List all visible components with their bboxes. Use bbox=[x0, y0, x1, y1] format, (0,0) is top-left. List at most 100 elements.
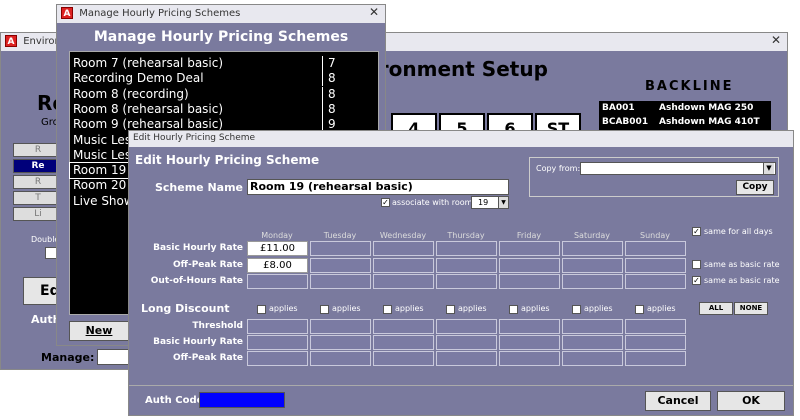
same-all-days-checkbox[interactable]: ✓ bbox=[692, 227, 701, 236]
scheme-name: Room 8 (rehearsal basic) bbox=[73, 101, 224, 116]
rate-input[interactable] bbox=[436, 258, 497, 273]
applies-checkbox[interactable] bbox=[446, 305, 455, 314]
manage-titlebar[interactable]: A Manage Hourly Pricing Schemes ✕ bbox=[57, 5, 385, 23]
rate-input[interactable] bbox=[310, 258, 371, 273]
discount-input[interactable] bbox=[562, 319, 623, 334]
cancel-button[interactable]: Cancel bbox=[645, 391, 711, 411]
day-header: Friday bbox=[516, 231, 542, 240]
close-icon[interactable]: ✕ bbox=[771, 33, 781, 47]
outofhours-same-checkbox[interactable]: ✓ bbox=[692, 276, 701, 285]
discount-input[interactable] bbox=[373, 335, 434, 350]
column-divider bbox=[322, 86, 323, 102]
discount-input[interactable] bbox=[625, 319, 686, 334]
check-mark-icon: ✓ bbox=[693, 276, 700, 285]
scheme-name: Room 7 (rehearsal basic) bbox=[73, 56, 224, 70]
discount-input[interactable] bbox=[562, 351, 623, 366]
applies-checkbox[interactable] bbox=[383, 305, 392, 314]
discount-input[interactable] bbox=[247, 335, 308, 350]
column-divider bbox=[322, 56, 323, 71]
rate-input[interactable] bbox=[373, 274, 434, 289]
discount-input[interactable] bbox=[499, 335, 560, 350]
rate-input[interactable] bbox=[499, 258, 560, 273]
applies-checkbox[interactable] bbox=[509, 305, 518, 314]
scheme-list-item[interactable]: Room 8 (rehearsal basic) 8 bbox=[70, 101, 378, 117]
column-divider bbox=[322, 71, 323, 87]
rate-input[interactable]: £11.00 bbox=[247, 241, 308, 256]
scheme-name: Music Les bbox=[73, 132, 132, 147]
applies-label: applies bbox=[584, 304, 613, 313]
rate-input[interactable] bbox=[625, 274, 686, 289]
scheme-list-item[interactable]: Room 8 (recording) 8 bbox=[70, 86, 378, 102]
edit-pricing-window: Edit Hourly Pricing Scheme Edit Hourly P… bbox=[128, 130, 794, 416]
discount-input[interactable] bbox=[373, 351, 434, 366]
rate-input[interactable] bbox=[310, 274, 371, 289]
room-select[interactable]: 19 ▼ bbox=[471, 196, 509, 209]
copy-from-select[interactable]: ▼ bbox=[580, 162, 776, 175]
chevron-down-icon[interactable]: ▼ bbox=[763, 163, 774, 174]
applies-checkbox[interactable] bbox=[635, 305, 644, 314]
offpeak-same-label: same as basic rate bbox=[704, 260, 780, 269]
rate-input[interactable] bbox=[562, 258, 623, 273]
discount-input[interactable] bbox=[247, 351, 308, 366]
discount-input[interactable] bbox=[247, 319, 308, 334]
rate-input[interactable] bbox=[373, 241, 434, 256]
rate-input[interactable] bbox=[436, 241, 497, 256]
discount-input[interactable] bbox=[373, 319, 434, 334]
copy-button[interactable]: Copy bbox=[736, 180, 774, 195]
applies-checkbox[interactable] bbox=[320, 305, 329, 314]
discount-input[interactable] bbox=[625, 351, 686, 366]
rate-input[interactable] bbox=[499, 274, 560, 289]
rate-input[interactable] bbox=[247, 274, 308, 289]
backline-code-1: BA001 bbox=[602, 103, 635, 113]
rate-input[interactable] bbox=[373, 258, 434, 273]
offpeak-same-checkbox[interactable] bbox=[692, 260, 701, 269]
day-header: Tuesday bbox=[323, 231, 357, 240]
all-button[interactable]: ALL bbox=[699, 302, 733, 315]
close-icon[interactable]: ✕ bbox=[369, 5, 379, 19]
applies-checkbox[interactable] bbox=[572, 305, 581, 314]
copy-from-label: Copy from: bbox=[536, 164, 581, 173]
discount-input[interactable] bbox=[499, 319, 560, 334]
scheme-name-input[interactable]: Room 19 (rehearsal basic) bbox=[247, 179, 509, 195]
scheme-list-item[interactable]: Recording Demo Deal 8 bbox=[70, 71, 378, 87]
rate-input[interactable] bbox=[562, 241, 623, 256]
rate-input[interactable] bbox=[499, 241, 560, 256]
rate-input[interactable]: £8.00 bbox=[247, 258, 308, 273]
applies-label: applies bbox=[395, 304, 424, 313]
discount-input[interactable] bbox=[436, 351, 497, 366]
day-header: Thursday bbox=[447, 231, 485, 240]
day-header: Monday bbox=[261, 231, 293, 240]
rate-input[interactable] bbox=[625, 241, 686, 256]
applies-checkbox[interactable] bbox=[257, 305, 266, 314]
edit-titlebar[interactable]: Edit Hourly Pricing Scheme bbox=[129, 131, 793, 147]
day-header: Saturday bbox=[573, 231, 611, 240]
discount-input[interactable] bbox=[436, 335, 497, 350]
associate-checkbox[interactable]: ✓ bbox=[381, 198, 390, 207]
rate-input[interactable] bbox=[436, 274, 497, 289]
discount-input[interactable] bbox=[310, 335, 371, 350]
discount-input[interactable] bbox=[310, 351, 371, 366]
copy-from-box: Copy from: ▼ Copy bbox=[529, 157, 779, 197]
auth-code-input[interactable] bbox=[199, 392, 285, 408]
rate-input[interactable] bbox=[562, 274, 623, 289]
rate-input[interactable] bbox=[625, 258, 686, 273]
scheme-name: Room 20 ( bbox=[73, 178, 135, 193]
rate-row-label: Basic Hourly Rate bbox=[153, 243, 243, 253]
discount-input[interactable] bbox=[625, 335, 686, 350]
discount-input[interactable] bbox=[436, 319, 497, 334]
day-header: Wednesday bbox=[379, 231, 427, 240]
ok-button[interactable]: OK bbox=[717, 391, 785, 411]
scheme-room: 8 bbox=[328, 86, 336, 101]
discount-input[interactable] bbox=[310, 319, 371, 334]
edit-header: Edit Hourly Pricing Scheme bbox=[135, 153, 320, 167]
applies-label: applies bbox=[458, 304, 487, 313]
discount-input[interactable] bbox=[562, 335, 623, 350]
chevron-down-icon[interactable]: ▼ bbox=[498, 197, 508, 208]
scheme-list-item[interactable]: Room 7 (rehearsal basic) 7 bbox=[70, 56, 378, 71]
discount-input[interactable] bbox=[499, 351, 560, 366]
none-button[interactable]: NONE bbox=[734, 302, 768, 315]
rate-row-label: Out-of-Hours Rate bbox=[150, 276, 243, 286]
rate-input[interactable] bbox=[310, 241, 371, 256]
app-icon: A bbox=[61, 7, 73, 19]
new-button[interactable]: New bbox=[69, 321, 129, 341]
